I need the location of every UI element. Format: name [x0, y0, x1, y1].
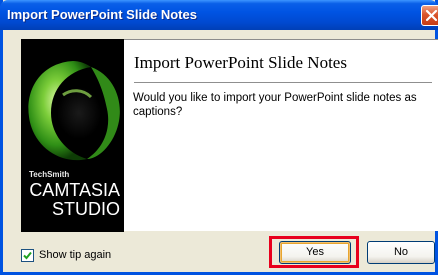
techsmith-label: TechSmith — [29, 170, 70, 179]
show-tip-label[interactable]: Show tip again — [39, 249, 111, 261]
window-title: Import PowerPoint Slide Notes — [7, 7, 197, 22]
checkmark-icon — [23, 251, 32, 260]
no-button[interactable]: No — [367, 241, 435, 264]
studio-label: STUDIO — [51, 199, 120, 219]
yes-button[interactable]: Yes — [279, 241, 351, 264]
title-bar[interactable]: Import PowerPoint Slide Notes — [0, 0, 438, 30]
camtasia-logo: TechSmith CAMTASIA STUDIO — [21, 39, 124, 232]
camtasia-label: CAMTASIA — [29, 180, 120, 200]
close-button[interactable] — [421, 5, 438, 26]
content-panel: TechSmith CAMTASIA STUDIO Import PowerPo… — [21, 39, 438, 232]
dialog-heading: Import PowerPoint Slide Notes — [134, 53, 347, 72]
dialog-message: Would you like to import your PowerPoint… — [133, 92, 417, 118]
show-tip-checkbox[interactable] — [21, 249, 34, 262]
camtasia-orb-icon — [28, 61, 120, 161]
close-icon — [425, 9, 438, 22]
heading-divider — [134, 82, 432, 83]
dialog-window: Import PowerPoint Slide Notes TechSmith … — [0, 0, 438, 275]
